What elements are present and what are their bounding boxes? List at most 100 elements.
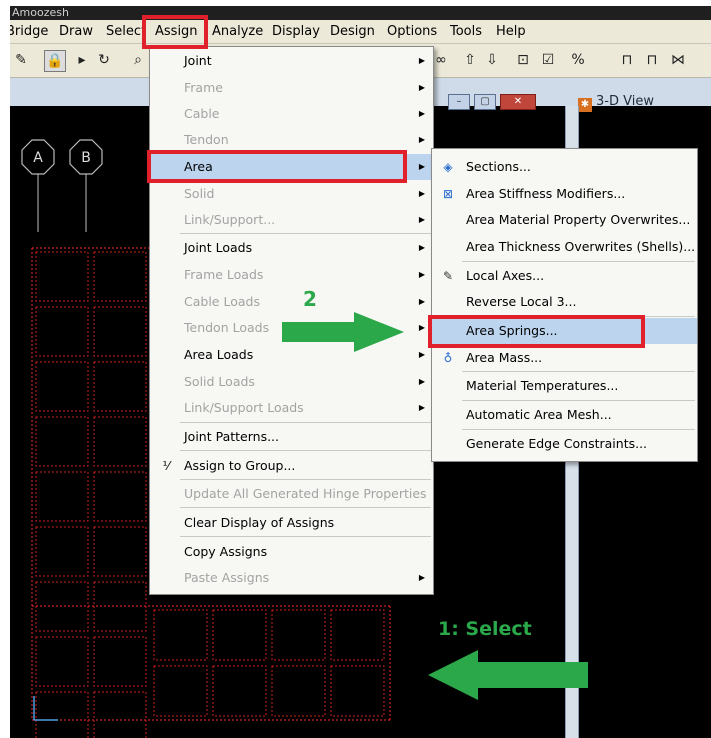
menu-item-label: Link/Support Loads [184,400,304,415]
menu-separator [180,536,431,537]
menu-item-label: Solid [184,186,215,201]
glasses-icon[interactable]: ∞ [432,50,450,70]
submenu-arrow-icon: ▶ [418,135,425,144]
menu-help[interactable]: Help [496,24,526,39]
menu-item-label: Update All Generated Hinge Properties [184,486,427,501]
step-2-label: 2 [303,287,317,311]
submenu-item-material-temperatures[interactable]: Material Temperatures... [432,373,697,399]
submenu-item-label: Material Temperatures... [466,378,619,393]
menu-item-label: Copy Assigns [184,544,268,559]
menu-item-label: Frame [184,80,223,95]
menu-design[interactable]: Design [330,24,375,39]
submenu-arrow-icon: ▶ [418,162,425,171]
submenu-item-reverse-local-3[interactable]: Reverse Local 3... [432,289,697,315]
close-icon[interactable]: ✕ [500,94,536,110]
menu-separator [462,261,695,262]
menu-item-frame[interactable]: Frame ▶ [150,75,433,101]
zoom-icon[interactable]: ⌕ [130,50,146,70]
menu-item-label: Link/Support... [184,212,276,227]
menu-item-joint[interactable]: Joint ▶ [150,48,433,74]
submenu-item-label: Area Thickness Overwrites (Shells)... [466,239,696,254]
up-arrow-icon[interactable]: ⇧ [462,50,478,70]
menu-separator [180,450,431,451]
menu-item-label: Clear Display of Assigns [184,515,335,530]
select-icon[interactable]: ⊡ [515,50,531,70]
menu-item-label: Solid Loads [184,374,255,389]
submenu-arrow-icon: ▶ [418,403,425,412]
menu-item-solid[interactable]: Solid ▶ [150,181,433,207]
submenu-item-area-mass[interactable]: ♁ Area Mass... [432,345,697,371]
menu-analyze[interactable]: Analyze [212,24,263,39]
submenu-arrow-icon: ▶ [418,56,425,65]
submenu-item-label: Generate Edge Constraints... [466,436,648,451]
step-1-arrow [428,650,588,700]
menu-separator [180,507,431,508]
menu-tools[interactable]: Tools [450,24,482,39]
menu-item-label: Tendon [184,132,229,147]
lock-icon[interactable]: 🔒 [44,50,66,72]
menu-item-label: Joint [184,53,212,68]
truss-icon[interactable]: ⋈ [668,50,688,70]
percent-icon[interactable]: % [570,50,586,70]
submenu-item-thickness-overwrites[interactable]: Area Thickness Overwrites (Shells)... [432,234,697,260]
menu-item-link-support[interactable]: Link/Support... ▶ [150,207,433,233]
submenu-item-label: Sections... [466,159,531,174]
pencil-icon[interactable]: ✎ [14,50,28,70]
area-submenu: ◈ Sections... ⊠ Area Stiffness Modifiers..… [431,148,698,462]
menu-item-label: Frame Loads [184,267,264,282]
menu-item-clear-display-of-assigns[interactable]: Clear Display of Assigns [150,510,433,536]
menu-item-update-hinge-properties[interactable]: Update All Generated Hinge Properties [150,481,433,507]
submenu-item-material-overwrites[interactable]: Area Material Property Overwrites... [432,207,697,233]
grid-bubble-labels: A B [33,150,91,166]
view-3d-tab[interactable]: ✱ 3-D View [578,94,654,112]
menu-options[interactable]: Options [387,24,437,39]
minimize-icon[interactable]: – [448,94,470,110]
menu-item-paste-assigns[interactable]: Paste Assigns ▶ [150,565,433,591]
menu-display[interactable]: Display [272,24,320,39]
menu-item-solid-loads[interactable]: Solid Loads ▶ [150,369,433,395]
menu-item-label: Tendon Loads [184,320,270,335]
menu-item-joint-patterns[interactable]: Joint Patterns... [150,424,433,450]
menu-separator [462,429,695,430]
area-mass-icon: ♁ [443,351,453,365]
frame-dashed-icon[interactable]: ⊓ [642,50,662,70]
submenu-arrow-icon: ▶ [418,83,425,92]
menu-item-label: Joint Loads [184,240,253,255]
submenu-item-stiffness-modifiers[interactable]: ⊠ Area Stiffness Modifiers... [432,181,697,207]
submenu-arrow-icon: ▶ [418,350,425,359]
menu-item-assign-to-group[interactable]: ⅟ Assign to Group... [150,453,433,479]
menu-item-label: Cable Loads [184,294,260,309]
check-box-icon[interactable]: ☑ [540,50,556,70]
menu-item-link-support-loads[interactable]: Link/Support Loads ▶ [150,395,433,421]
view-3d-label: 3-D View [596,94,654,109]
area-springs-highlight-box [428,315,645,348]
menu-item-label: Assign to Group... [184,458,296,473]
menu-item-copy-assigns[interactable]: Copy Assigns [150,539,433,565]
submenu-item-sections[interactable]: ◈ Sections... [432,154,697,180]
step-1-label: 1: Select [438,618,532,640]
submenu-arrow-icon: ▶ [418,243,425,252]
menu-item-frame-loads[interactable]: Frame Loads ▶ [150,262,433,288]
submenu-item-automatic-area-mesh[interactable]: Automatic Area Mesh... [432,402,697,428]
menu-item-joint-loads[interactable]: Joint Loads ▶ [150,235,433,261]
view-3d-icon: ✱ [578,98,592,112]
area-item-highlight-box [147,150,407,183]
submenu-item-generate-edge-constraints[interactable]: Generate Edge Constraints... [432,431,697,457]
submenu-arrow-icon: ▶ [418,297,425,306]
menu-bridge[interactable]: Bridge [10,24,48,39]
grid-label-a: A [33,150,43,166]
submenu-item-local-axes[interactable]: ✎ Local Axes... [432,263,697,289]
submenu-item-label: Reverse Local 3... [466,294,577,309]
rotate-icon[interactable]: ↻ [96,50,112,70]
play-icon[interactable]: ▸ [76,50,88,70]
menu-item-label: Paste Assigns [184,570,270,585]
grid-label-b: B [81,150,91,166]
menu-item-cable[interactable]: Cable ▶ [150,101,433,127]
submenu-arrow-icon: ▶ [418,215,425,224]
frame-icon[interactable]: ⊓ [618,50,636,70]
restore-icon[interactable]: ▢ [474,94,496,110]
down-arrow-icon[interactable]: ⇩ [484,50,500,70]
menu-select[interactable]: Select [106,24,146,39]
submenu-item-label: Area Stiffness Modifiers... [466,186,626,201]
menu-draw[interactable]: Draw [59,24,93,39]
